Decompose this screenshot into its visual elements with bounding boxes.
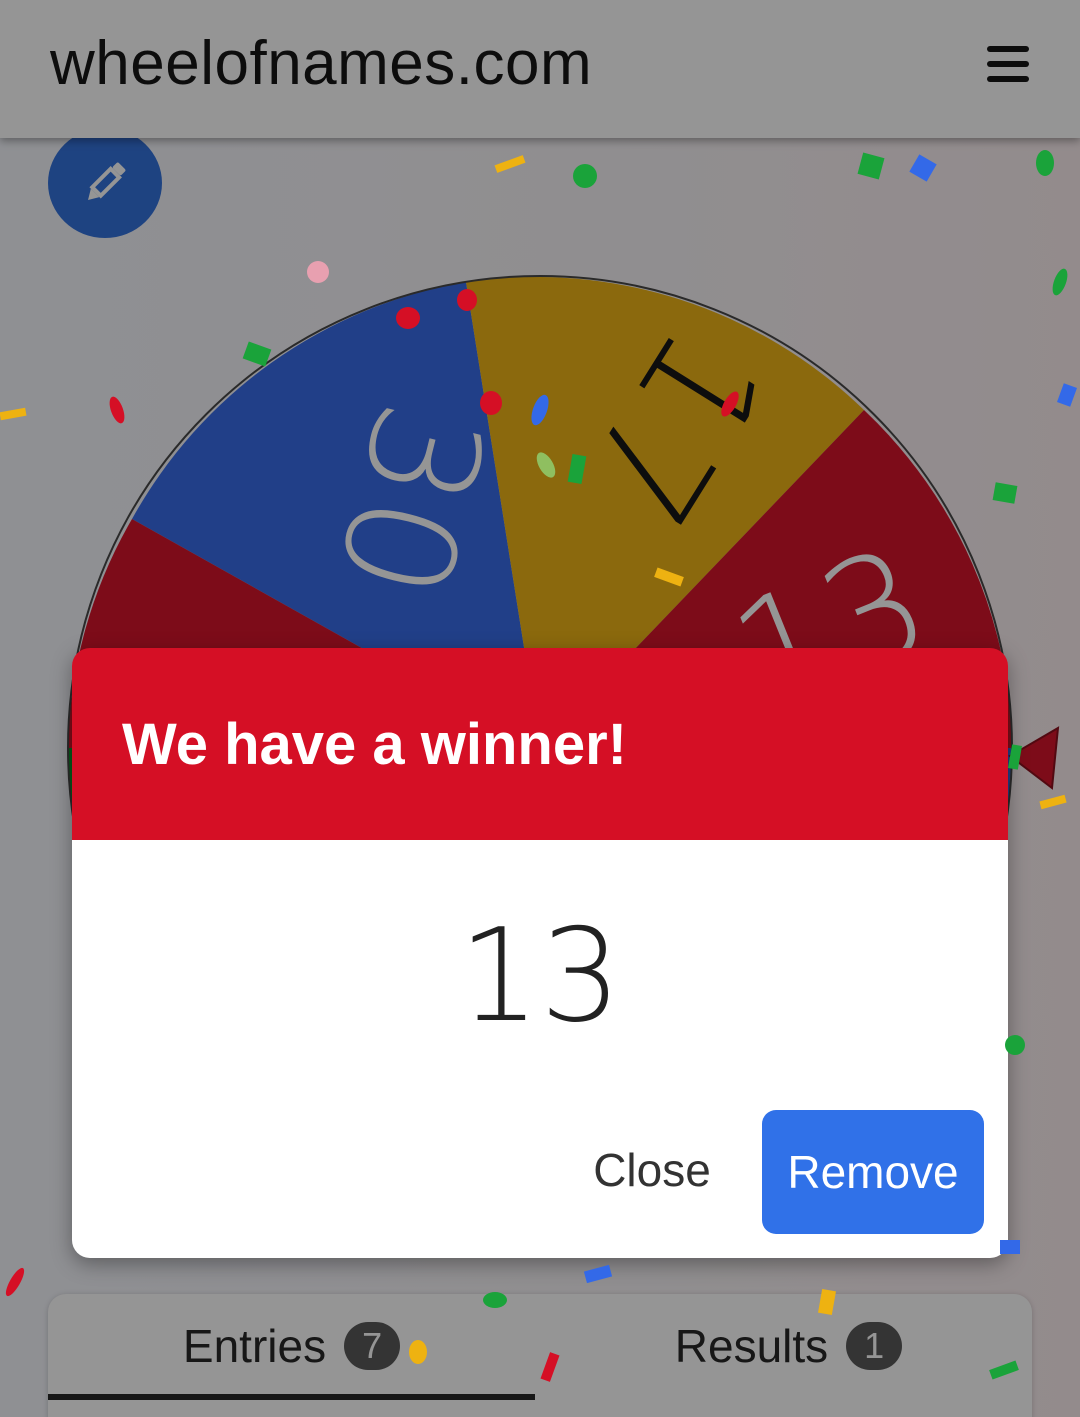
dialog-title: We have a winner! bbox=[122, 711, 627, 777]
app-root: wheelofnames.com 30 17 13 Entries 7 Resu… bbox=[0, 0, 1080, 1417]
dialog-body: 13 Close Remove bbox=[72, 840, 1008, 1258]
close-button[interactable]: Close bbox=[562, 1118, 742, 1222]
winner-dialog: We have a winner! 13 Close Remove bbox=[72, 648, 1008, 1258]
winner-name: 13 bbox=[458, 902, 622, 1051]
dialog-header: We have a winner! bbox=[72, 648, 1008, 840]
remove-button[interactable]: Remove bbox=[762, 1110, 984, 1234]
